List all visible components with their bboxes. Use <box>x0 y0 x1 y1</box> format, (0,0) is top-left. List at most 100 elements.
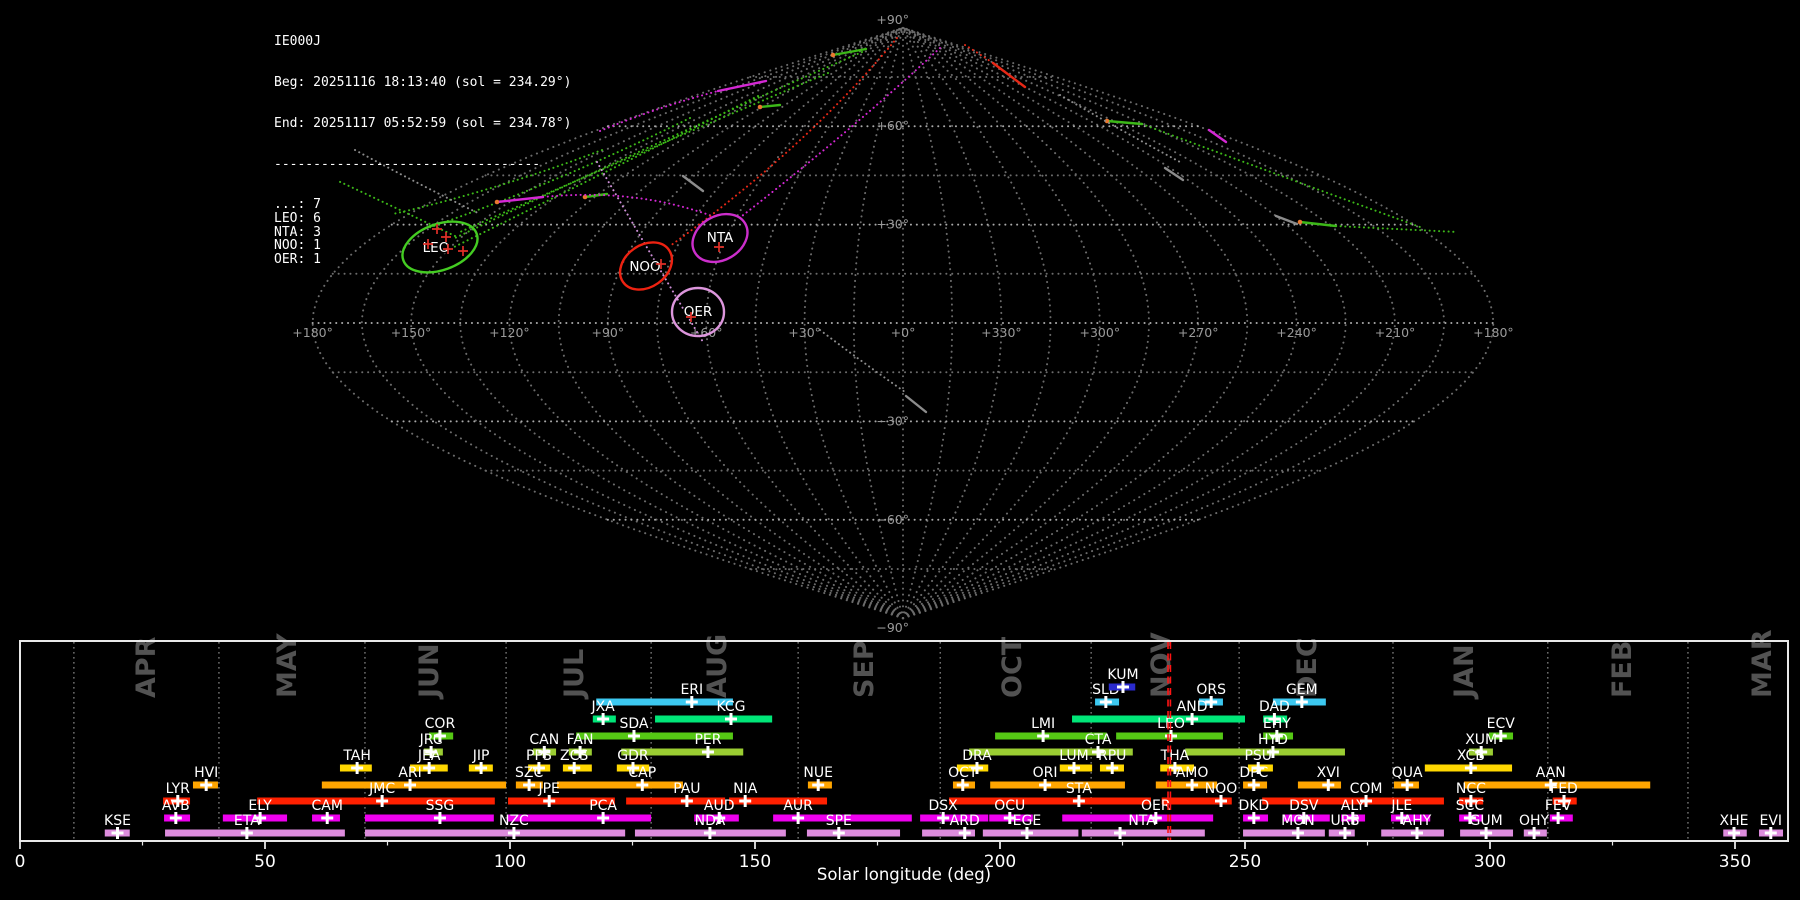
latitude-label: +60° <box>876 118 909 133</box>
count-line: NOO: 1 <box>274 238 321 254</box>
shower-code-label: SDA <box>619 716 648 732</box>
shower-code-label: COR <box>425 716 456 732</box>
longitude-label: +300° <box>1080 325 1121 340</box>
shower-code-label: AUD <box>704 798 735 814</box>
shower-code-label: JXA <box>590 699 615 715</box>
longitude-label: +30° <box>788 325 821 340</box>
activity-bar-sta <box>949 797 1151 805</box>
shower-code-label: KSE <box>104 813 131 829</box>
shower-code-label: URS <box>1331 813 1360 829</box>
month-label: JUN <box>414 643 445 700</box>
shower-code-label: PAU <box>673 781 700 797</box>
shower-code-label: NCC <box>1456 781 1486 797</box>
trail-tip <box>757 104 763 110</box>
tick-label: 0 <box>15 852 26 872</box>
meteor-trail <box>1274 214 1299 226</box>
tick-label: 300 <box>1474 852 1506 872</box>
shower-code-label: AVB <box>162 798 190 814</box>
end-time: End: 20251117 05:52:59 (sol = 234.78°) <box>274 115 572 131</box>
activity-bar-eta <box>165 829 345 837</box>
tick-label: 150 <box>739 852 771 872</box>
longitude-label: +180° <box>292 325 333 340</box>
activity-bar-mon <box>1243 829 1325 837</box>
shower-code-label: ORI <box>1033 765 1058 781</box>
activity-bar-cap <box>557 781 683 789</box>
shower-code-label: SCC <box>1456 798 1485 814</box>
longitude-label: +240° <box>1276 325 1317 340</box>
shower-code-label: LUM <box>1059 748 1088 764</box>
meteor-trail <box>758 103 782 109</box>
shower-code-label: ARI <box>398 765 421 781</box>
tick-label: 350 <box>1719 852 1751 872</box>
shower-code-label: GEM <box>1286 682 1318 698</box>
radiant-label-nta: NTA <box>707 230 734 246</box>
shower-code-label: LMI <box>1031 716 1055 732</box>
shower-code-label: NDA <box>695 813 726 829</box>
shower-code-label: STA <box>1066 781 1092 797</box>
activity-bar-ssg <box>364 814 494 822</box>
longitude-label: +0° <box>891 325 916 340</box>
shower-code-label: JRC <box>419 732 443 748</box>
shower-code-label: SPE <box>826 813 852 829</box>
shower-code-label: PPS <box>526 748 552 764</box>
shower-code-label: KUM <box>1107 667 1138 683</box>
shower-code-label: AHY <box>1403 813 1432 829</box>
meteor-trail <box>904 394 928 414</box>
longitude-label: +210° <box>1375 325 1416 340</box>
shower-code-label: DKD <box>1238 798 1269 814</box>
shower-code-label: GDR <box>617 748 649 764</box>
shower-code-label: MON <box>1281 813 1315 829</box>
activity-bar-kcg <box>655 715 773 723</box>
month-label: JAN <box>1449 644 1480 700</box>
shower-code-label: AUR <box>783 798 813 814</box>
longitude-label: +150° <box>391 325 432 340</box>
shower-code-label: COM <box>1350 781 1383 797</box>
meteor-radiant-screenshot: +180° +150° +120° +90° +60° +30° +0° +330° +300°… <box>0 0 1800 900</box>
shower-activity-bars: ERISLDORSGEMKUMJXAKCGANDDADCORSDALMILEOE… <box>104 667 1784 839</box>
shower-code-label: FAN <box>567 732 594 748</box>
shower-code-label: JIP <box>472 748 490 764</box>
latitude-label: +30° <box>876 217 909 232</box>
meteor-trail <box>741 47 941 217</box>
longitude-label: +180° <box>1473 325 1514 340</box>
shower-code-label: OHY <box>1519 813 1550 829</box>
shower-code-label: XUM <box>1465 732 1497 748</box>
longitude-label: +270° <box>1178 325 1219 340</box>
activity-bar-nta <box>1081 829 1205 837</box>
meteor-trail <box>1335 225 1459 233</box>
shower-code-label: FEV <box>1545 798 1572 814</box>
tick-label: 50 <box>254 852 276 872</box>
shower-code-label: ETA <box>234 813 260 829</box>
month-label: NOV <box>1146 632 1177 698</box>
shower-code-label: NTA <box>1128 813 1156 829</box>
latitude-label: −30° <box>876 413 909 428</box>
shower-code-label: XHE <box>1720 813 1749 829</box>
shower-code-label: HVI <box>194 765 218 781</box>
count-line: OER: 1 <box>274 251 321 267</box>
shower-code-label: ARD <box>950 813 980 829</box>
meteor-trail <box>1141 123 1421 228</box>
shower-code-label: TAH <box>342 748 371 764</box>
count-line: LEO: 6 <box>274 210 321 226</box>
trail-tip <box>1297 219 1303 225</box>
shower-code-label: OER <box>1141 798 1171 814</box>
shower-code-label: ELY <box>248 798 272 814</box>
shower-code-label: CAN <box>529 732 559 748</box>
shower-code-label: SSG <box>426 798 455 814</box>
shower-code-label: DAD <box>1259 699 1290 715</box>
station-id: IE000J <box>274 34 321 50</box>
month-label: OCT <box>997 636 1028 698</box>
radiant-map-and-timeline: +180° +150° +120° +90° +60° +30° +0° +330° +300°… <box>15 12 1789 884</box>
shower-code-label: AND <box>1177 699 1208 715</box>
longitude-label: +90° <box>591 325 624 340</box>
shower-code-label: XCB <box>1457 748 1485 764</box>
separator-line: ---------------------------------- <box>274 156 541 172</box>
shower-code-label: CAM <box>312 798 343 814</box>
longitude-label: +120° <box>489 325 530 340</box>
meteor-trail <box>1105 119 1144 126</box>
month-label: FEB <box>1607 641 1638 698</box>
count-line: ...: 7 <box>274 197 321 213</box>
shower-code-label: DPC <box>1239 765 1268 781</box>
shower-code-label: NOO <box>1205 781 1238 797</box>
shower-code-label: NIA <box>733 781 758 797</box>
